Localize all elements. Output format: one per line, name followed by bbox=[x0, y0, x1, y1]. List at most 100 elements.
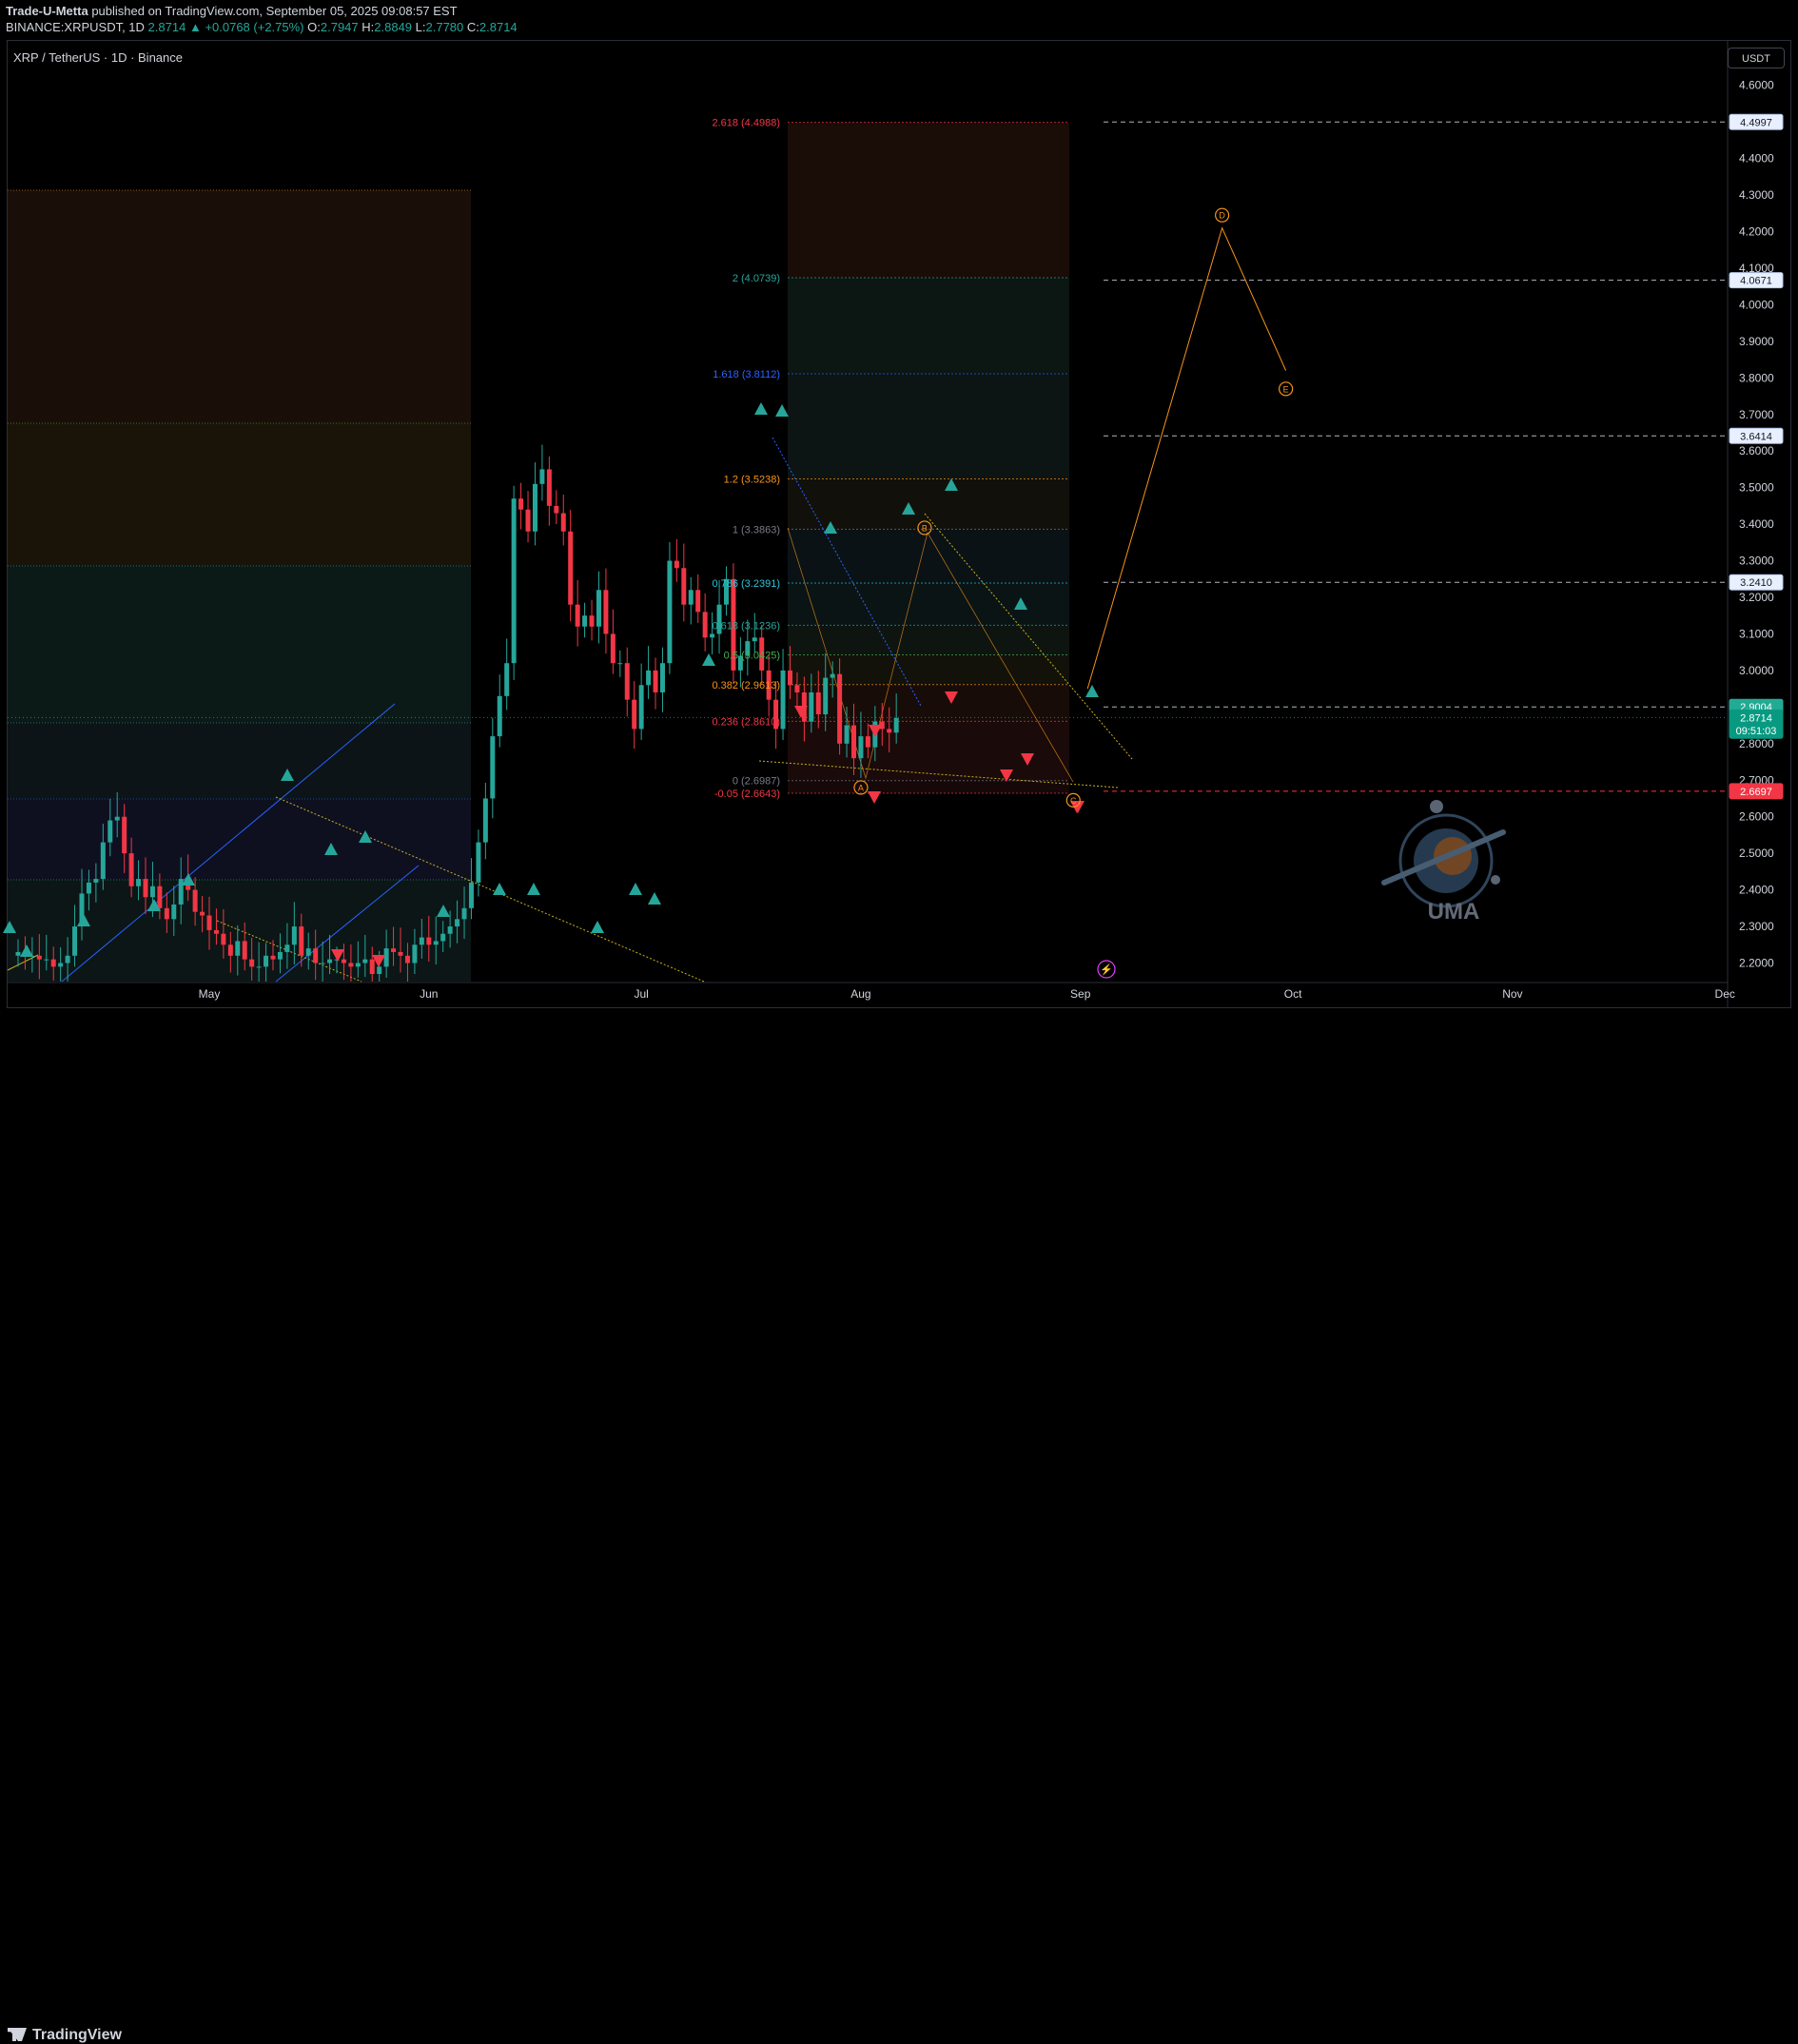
candle-body[interactable] bbox=[468, 882, 474, 908]
candle-body[interactable] bbox=[65, 955, 70, 964]
candle-body[interactable] bbox=[809, 691, 814, 722]
candle-body[interactable] bbox=[674, 560, 679, 569]
candle-body[interactable] bbox=[865, 736, 870, 748]
candle-body[interactable] bbox=[114, 816, 120, 821]
candle-body[interactable] bbox=[589, 615, 595, 627]
candle-body[interactable] bbox=[554, 505, 559, 514]
candle-body[interactable] bbox=[206, 915, 212, 930]
candle-body[interactable] bbox=[235, 941, 241, 956]
candle-body[interactable] bbox=[518, 498, 524, 510]
candle-body[interactable] bbox=[433, 941, 439, 945]
candle-body[interactable] bbox=[50, 959, 56, 967]
candle-body[interactable] bbox=[122, 816, 127, 854]
candle-body[interactable] bbox=[15, 951, 21, 956]
candle-body[interactable] bbox=[688, 590, 694, 605]
candle-body[interactable] bbox=[178, 879, 184, 905]
candle-body[interactable] bbox=[36, 955, 42, 960]
candle-body[interactable] bbox=[490, 736, 496, 799]
candle-body[interactable] bbox=[164, 907, 169, 920]
candle-body[interactable] bbox=[412, 944, 418, 964]
candle-body[interactable] bbox=[497, 695, 502, 737]
candle-body[interactable] bbox=[242, 941, 247, 960]
candle-body[interactable] bbox=[610, 633, 616, 664]
candle-body[interactable] bbox=[72, 926, 78, 956]
candle-body[interactable] bbox=[794, 685, 800, 692]
candle-body[interactable] bbox=[653, 670, 658, 692]
candle-body[interactable] bbox=[256, 966, 262, 968]
candle-body[interactable] bbox=[348, 963, 354, 967]
candle-body[interactable] bbox=[787, 670, 792, 686]
candle-body[interactable] bbox=[58, 963, 64, 967]
candle-body[interactable] bbox=[249, 959, 255, 967]
candle-body[interactable] bbox=[419, 937, 424, 945]
candle-body[interactable] bbox=[887, 729, 892, 733]
candle-body[interactable] bbox=[504, 663, 510, 696]
candle-body[interactable] bbox=[815, 691, 821, 715]
candle-body[interactable] bbox=[850, 725, 856, 759]
candle-body[interactable] bbox=[532, 483, 537, 532]
buy-signal-icon[interactable] bbox=[648, 892, 661, 905]
buy-signal-icon[interactable] bbox=[702, 653, 715, 666]
candle-body[interactable] bbox=[617, 663, 623, 665]
candle-body[interactable] bbox=[823, 677, 829, 715]
candle-body[interactable] bbox=[86, 882, 91, 894]
candle-body[interactable] bbox=[213, 929, 219, 934]
candle-body[interactable] bbox=[638, 685, 644, 730]
candle-body[interactable] bbox=[632, 699, 637, 730]
candle-body[interactable] bbox=[667, 560, 673, 664]
buy-signal-icon[interactable] bbox=[754, 402, 768, 415]
candle-body[interactable] bbox=[327, 959, 333, 964]
candle-body[interactable] bbox=[355, 963, 361, 967]
candle-body[interactable] bbox=[681, 568, 687, 605]
candle-body[interactable] bbox=[447, 926, 453, 934]
candle-body[interactable] bbox=[525, 509, 531, 532]
candle-body[interactable] bbox=[440, 933, 446, 942]
candle-body[interactable] bbox=[369, 959, 375, 975]
candle-body[interactable] bbox=[695, 590, 701, 613]
candle-body[interactable] bbox=[426, 937, 432, 945]
candle-body[interactable] bbox=[659, 663, 665, 692]
buy-signal-icon[interactable] bbox=[1085, 685, 1099, 697]
candle-body[interactable] bbox=[305, 948, 311, 956]
buy-signal-icon[interactable] bbox=[629, 883, 642, 895]
candle-body[interactable] bbox=[341, 959, 346, 964]
currency-button[interactable]: USDT bbox=[1728, 48, 1785, 68]
candle-body[interactable] bbox=[560, 513, 566, 532]
candle-body[interactable] bbox=[391, 948, 397, 952]
buy-signal-icon[interactable] bbox=[527, 883, 540, 895]
candle-body[interactable] bbox=[93, 879, 99, 883]
candle-body[interactable] bbox=[596, 590, 601, 627]
candle-body[interactable] bbox=[299, 926, 304, 956]
candle-body[interactable] bbox=[624, 663, 630, 700]
candle-body[interactable] bbox=[100, 842, 106, 880]
candle-body[interactable] bbox=[284, 944, 290, 952]
candle-body[interactable] bbox=[455, 919, 460, 927]
candle-body[interactable] bbox=[582, 615, 588, 627]
candle-body[interactable] bbox=[107, 820, 113, 843]
candle-body[interactable] bbox=[149, 886, 155, 898]
candle-body[interactable] bbox=[844, 725, 850, 744]
candle-body[interactable] bbox=[362, 959, 368, 964]
candle-body[interactable] bbox=[404, 955, 410, 964]
price-axis[interactable]: 2.20002.30002.40002.50002.60002.70002.80… bbox=[1739, 79, 1774, 970]
candle-body[interactable] bbox=[546, 469, 552, 506]
time-axis[interactable]: May Jun Jul Aug Sep Oct Nov Dec bbox=[199, 987, 1735, 1001]
buy-signal-icon[interactable] bbox=[493, 883, 506, 895]
candle-body[interactable] bbox=[603, 590, 609, 634]
candle-body[interactable] bbox=[383, 948, 389, 967]
candle-body[interactable] bbox=[710, 633, 715, 638]
candle-body[interactable] bbox=[398, 951, 403, 956]
candle-body[interactable] bbox=[136, 879, 142, 886]
buy-signal-icon[interactable] bbox=[591, 921, 604, 933]
candle-body[interactable] bbox=[313, 948, 319, 964]
candle-body[interactable] bbox=[830, 673, 835, 678]
candle-body[interactable] bbox=[377, 966, 382, 975]
candle-body[interactable] bbox=[264, 955, 269, 967]
candle-body[interactable] bbox=[200, 911, 205, 916]
candle-body[interactable] bbox=[646, 670, 652, 686]
candle-body[interactable] bbox=[482, 798, 488, 843]
candle-body[interactable] bbox=[143, 879, 148, 898]
candle-body[interactable] bbox=[568, 531, 574, 605]
candle-body[interactable] bbox=[511, 498, 517, 664]
tradingview-logo[interactable]: TradingView bbox=[8, 2027, 122, 2044]
